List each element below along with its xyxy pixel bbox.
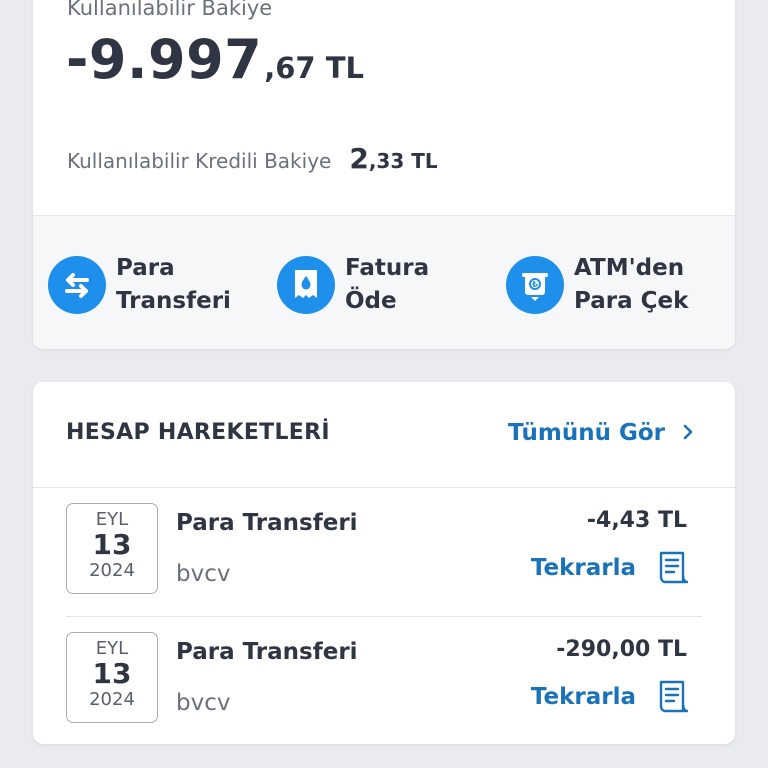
receipt-icon bbox=[659, 551, 689, 584]
transaction-description: bvcv bbox=[176, 561, 231, 587]
quick-actions: Para Transferi Fatura Öde ₺ ATM'den Para… bbox=[33, 215, 735, 349]
balance-card: Kullanılabilir Bakiye -9.997,67 TL Kulla… bbox=[33, 0, 735, 349]
credit-integer: 2 bbox=[349, 142, 369, 175]
available-balance-amount: -9.997,67 TL bbox=[66, 28, 364, 91]
credit-balance-row: Kullanılabilir Kredili Bakiye 2,33 TL bbox=[67, 142, 438, 175]
transactions-card: HESAP HAREKETLERİ Tümünü Gör EYL 13 2024… bbox=[33, 382, 735, 744]
date-day: 13 bbox=[92, 657, 132, 690]
transaction-description: bvcv bbox=[176, 690, 231, 716]
chevron-right-icon bbox=[683, 421, 693, 446]
date-day: 13 bbox=[92, 528, 132, 561]
transaction-row[interactable]: EYL 13 2024 Para Transferi bvcv -290,00 … bbox=[66, 617, 702, 744]
transaction-amount: -4,43 TL bbox=[586, 508, 687, 533]
repeat-button[interactable]: Tekrarla bbox=[531, 550, 690, 586]
money-transfer-button[interactable]: Para Transferi bbox=[48, 252, 236, 318]
transfer-arrows-icon bbox=[48, 256, 106, 314]
bill-icon bbox=[277, 256, 335, 314]
credit-decimal: ,33 TL bbox=[368, 149, 438, 173]
transaction-name: Para Transferi bbox=[176, 639, 358, 665]
see-all-label: Tümünü Gör bbox=[508, 420, 665, 446]
label-line: Öde bbox=[345, 288, 397, 314]
transactions-title: HESAP HAREKETLERİ bbox=[66, 420, 330, 445]
transactions-header: HESAP HAREKETLERİ Tümünü Gör bbox=[33, 382, 735, 488]
date-month: EYL bbox=[95, 509, 129, 530]
balance-integer: -9.997 bbox=[66, 28, 263, 91]
atm-icon: ₺ bbox=[506, 256, 564, 314]
repeat-label: Tekrarla bbox=[530, 555, 636, 581]
label-line: Transferi bbox=[116, 288, 231, 314]
repeat-label: Tekrarla bbox=[530, 684, 636, 710]
transaction-name: Para Transferi bbox=[176, 510, 358, 536]
balance-section: Kullanılabilir Bakiye -9.997,67 TL Kulla… bbox=[33, 0, 735, 215]
atm-withdraw-button[interactable]: ₺ ATM'den Para Çek bbox=[506, 252, 714, 318]
pay-bill-button[interactable]: Fatura Öde bbox=[277, 252, 465, 318]
available-balance-label: Kullanılabilir Bakiye bbox=[67, 0, 273, 20]
transaction-date: EYL 13 2024 bbox=[66, 503, 158, 594]
date-year: 2024 bbox=[89, 560, 135, 581]
see-all-link[interactable]: Tümünü Gör bbox=[508, 420, 693, 446]
label-line: Para bbox=[116, 255, 175, 281]
receipt-icon bbox=[659, 680, 689, 713]
label-line: Fatura bbox=[345, 255, 430, 281]
date-month: EYL bbox=[95, 638, 129, 659]
credit-balance-label: Kullanılabilir Kredili Bakiye bbox=[67, 149, 332, 173]
label-line: Para Çek bbox=[574, 288, 689, 314]
atm-withdraw-label: ATM'den Para Çek bbox=[574, 252, 714, 318]
money-transfer-label: Para Transferi bbox=[116, 252, 236, 318]
transaction-amount: -290,00 TL bbox=[556, 637, 687, 662]
label-line: ATM'den bbox=[574, 255, 685, 281]
repeat-button[interactable]: Tekrarla bbox=[531, 679, 690, 715]
transaction-date: EYL 13 2024 bbox=[66, 632, 158, 723]
balance-decimal: ,67 TL bbox=[264, 51, 364, 85]
transaction-row[interactable]: EYL 13 2024 Para Transferi bvcv -4,43 TL… bbox=[66, 488, 702, 617]
date-year: 2024 bbox=[89, 689, 135, 710]
svg-text:₺: ₺ bbox=[532, 280, 538, 289]
pay-bill-label: Fatura Öde bbox=[345, 252, 465, 318]
credit-balance-amount: 2,33 TL bbox=[349, 142, 437, 175]
